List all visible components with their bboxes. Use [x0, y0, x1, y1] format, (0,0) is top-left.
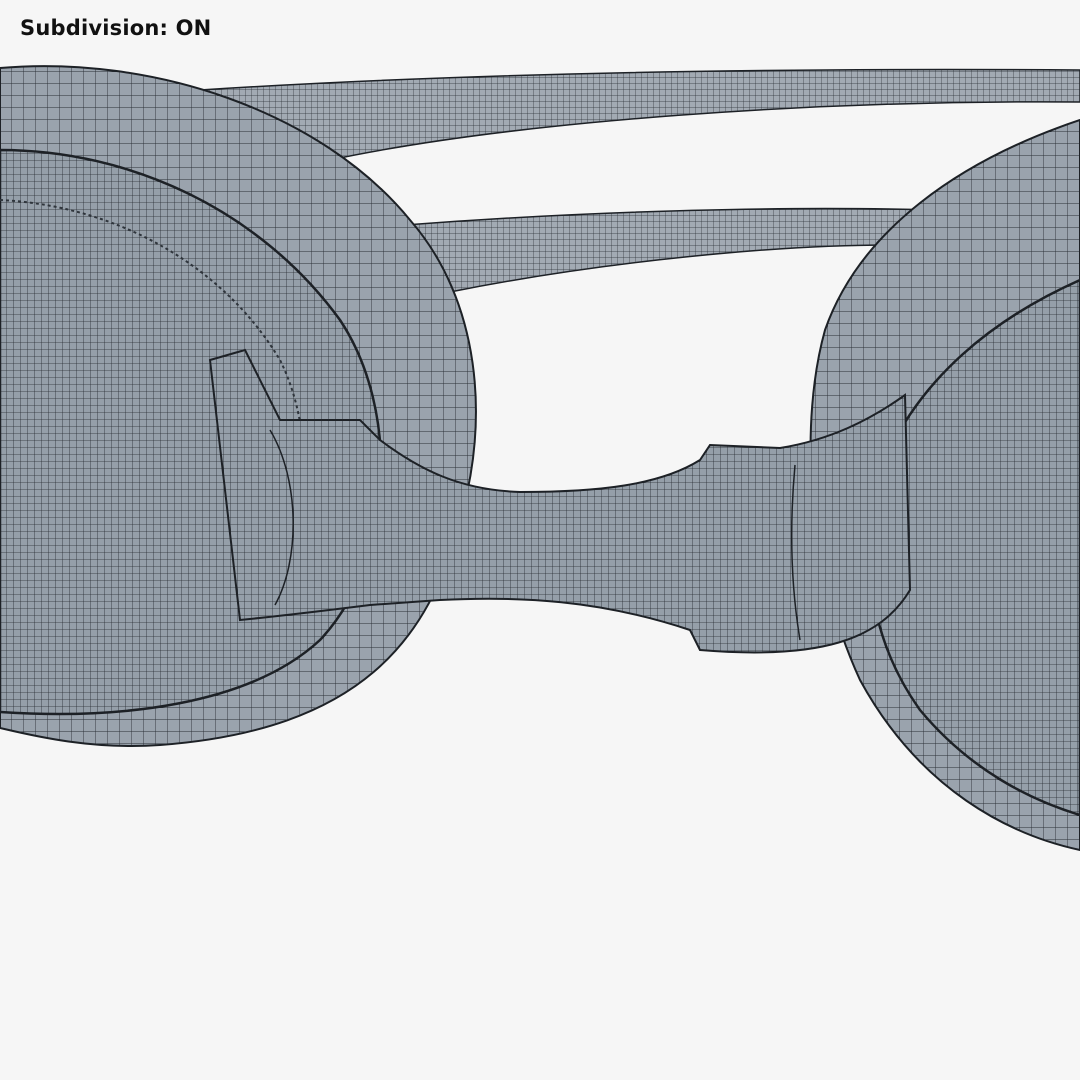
- goggles-wireframe-render: [0, 65, 1080, 852]
- subdivision-state: ON: [175, 16, 212, 40]
- subdivision-label: Subdivision: ON: [20, 16, 211, 40]
- subdivision-label-text: Subdivision:: [20, 16, 169, 40]
- render-viewport: [0, 0, 1080, 1080]
- upper-strap: [197, 68, 1080, 161]
